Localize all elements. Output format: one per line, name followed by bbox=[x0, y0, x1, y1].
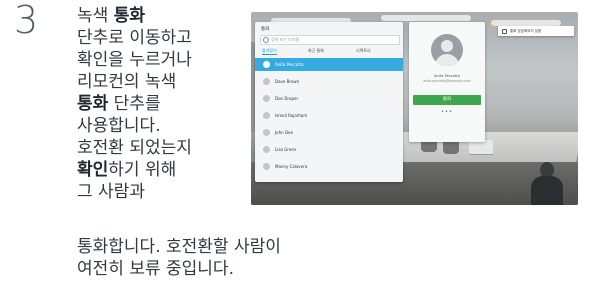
contact-card-address: anita.pescotto@example.com bbox=[423, 79, 471, 83]
contact-card-name: Anita Pescotto bbox=[434, 74, 460, 78]
instruction-emphasis: 확인 bbox=[77, 160, 109, 180]
contact-list-item[interactable]: Anita Pescotto bbox=[255, 58, 403, 71]
instruction-line: 호전환 되었는지 bbox=[77, 137, 247, 159]
instruction-line: 녹색 통화 bbox=[77, 5, 247, 27]
instruction-line: 단추로 이동하고 bbox=[77, 27, 247, 49]
instruction-line: 사용합니다. bbox=[77, 115, 247, 137]
tab-directory[interactable]: 디렉토리 bbox=[356, 47, 371, 54]
instruction-line: 확인하기 위해 bbox=[77, 159, 247, 181]
contact-name: John Doe bbox=[275, 130, 293, 135]
instruction-line: 리모컨의 녹색 bbox=[77, 71, 247, 93]
call-button[interactable]: 통화 bbox=[413, 95, 481, 105]
instruction-line: 통화 단추를 bbox=[77, 93, 247, 115]
instruction-line: 그 사람과 bbox=[77, 181, 247, 203]
contact-avatar bbox=[431, 34, 463, 66]
instruction-text: 녹색 통화 단추로 이동하고 확인을 누르거나 리모컨의 녹색 통화 단추를 사용합니다.… bbox=[77, 5, 247, 203]
lock-icon bbox=[502, 29, 507, 34]
contact-list-item[interactable]: Manny Calavera bbox=[255, 160, 403, 173]
ceiling-light bbox=[381, 15, 471, 21]
contact-avatar-icon bbox=[263, 163, 270, 170]
instruction-segment: 녹색 bbox=[77, 6, 114, 26]
tab-bar: 즐겨찾기 최근 통화 디렉토리 bbox=[260, 47, 398, 55]
star-icon[interactable]: ☆ bbox=[487, 22, 494, 30]
instruction-segment: 그 사람과 bbox=[77, 182, 145, 202]
banner-text: 통화 암호화되지 않음 bbox=[510, 29, 542, 33]
contact-name: Don Draper bbox=[275, 96, 299, 101]
more-options-button[interactable]: ••• bbox=[409, 109, 485, 115]
instruction-segment: 단추로 이동하고 bbox=[77, 28, 192, 48]
instruction-segment: 리모컨의 녹색 bbox=[77, 72, 177, 92]
contact-name: Ismail Rajarham bbox=[275, 113, 308, 118]
instruction-segment: 호전환 되었는지 bbox=[77, 138, 192, 158]
contact-list-item[interactable]: Ismail Rajarham bbox=[255, 109, 403, 122]
person-silhouette bbox=[529, 162, 565, 205]
device-screenshot: 통화 검색 또는 다이얼 즐겨찾기 최근 통화 디렉토리 Anita Pescott… bbox=[251, 12, 578, 205]
search-placeholder: 검색 또는 다이얼 bbox=[271, 37, 300, 42]
tab-favorites[interactable]: 즐겨찾기 bbox=[262, 47, 277, 55]
contact-name: Manny Calavera bbox=[275, 164, 308, 169]
encryption-banner: 통화 암호화되지 않음 bbox=[498, 26, 574, 36]
contact-avatar-icon bbox=[263, 95, 270, 102]
contact-list-item[interactable]: John Doe bbox=[255, 126, 403, 139]
instruction-line: 통화합니다. 호전환할 사람이 bbox=[77, 237, 281, 257]
instruction-segment: 사용합니다. bbox=[77, 116, 161, 136]
contact-avatar-icon bbox=[263, 129, 270, 136]
instruction-text-continued: 통화합니다. 호전환할 사람이 여전히 보류 중입니다. bbox=[77, 236, 281, 280]
contact-list-item[interactable]: Don Draper bbox=[255, 92, 403, 105]
contact-avatar-icon bbox=[263, 112, 270, 119]
tab-recents[interactable]: 최근 통화 bbox=[308, 47, 324, 54]
contact-list-item[interactable]: Dave Brown bbox=[255, 75, 403, 88]
search-icon bbox=[263, 37, 269, 43]
step-number: 3 bbox=[14, 0, 39, 42]
contact-list-item[interactable]: Lisa Green bbox=[255, 143, 403, 156]
contact-avatar-icon bbox=[263, 146, 270, 153]
contact-avatar-icon bbox=[263, 61, 270, 68]
laptop bbox=[469, 140, 493, 154]
instruction-emphasis: 통화 bbox=[113, 6, 145, 26]
contact-card: Anita Pescotto anita.pescotto@example.co… bbox=[409, 22, 485, 142]
call-panel: 통화 검색 또는 다이얼 즐겨찾기 최근 통화 디렉토리 Anita Pescott… bbox=[255, 22, 403, 182]
instruction-segment: 단추를 bbox=[108, 94, 161, 114]
contact-name: Anita Pescotto bbox=[275, 62, 304, 67]
panel-title: 통화 bbox=[261, 27, 270, 32]
contact-name: Lisa Green bbox=[275, 147, 297, 152]
contact-avatar-icon bbox=[263, 78, 270, 85]
instruction-segment: 하기 위해 bbox=[108, 160, 177, 180]
instruction-line: 여전히 보류 중입니다. bbox=[77, 259, 234, 279]
search-input[interactable]: 검색 또는 다이얼 bbox=[260, 35, 400, 45]
contact-name: Dave Brown bbox=[275, 79, 300, 84]
instruction-emphasis: 통화 bbox=[77, 94, 109, 114]
instruction-line: 확인을 누르거나 bbox=[77, 49, 247, 71]
instruction-segment: 확인을 누르거나 bbox=[77, 50, 192, 70]
